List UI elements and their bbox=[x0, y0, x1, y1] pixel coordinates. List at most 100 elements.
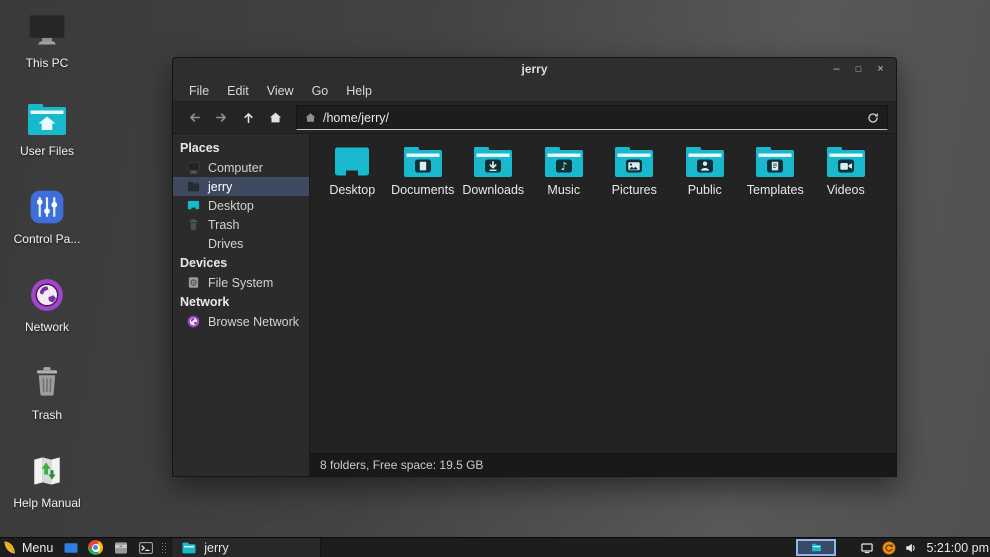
task-folder-icon bbox=[181, 540, 197, 556]
sidebar-item-trash[interactable]: Trash bbox=[173, 215, 309, 234]
file-item-label: Desktop bbox=[329, 183, 376, 197]
tray-update[interactable] bbox=[882, 541, 896, 555]
task-button-jerry[interactable]: jerry bbox=[171, 538, 322, 557]
sidebar-item-label: File System bbox=[208, 275, 274, 290]
desktop-icon-this-pc[interactable]: This PC bbox=[0, 4, 94, 92]
folder-music-icon: ♪ bbox=[542, 144, 586, 180]
file-item-public[interactable]: Public bbox=[670, 144, 741, 197]
task-folder-icon bbox=[181, 540, 197, 556]
folder-template-icon bbox=[753, 144, 797, 180]
file-item-desktop[interactable]: Desktop bbox=[317, 144, 388, 197]
menu-item-go[interactable]: Go bbox=[303, 82, 338, 100]
file-item-label: Public bbox=[687, 183, 722, 197]
titlebar[interactable]: jerry – □ × bbox=[173, 58, 896, 80]
window-content: Places Computer jerry Desktop Trash Drives Dev… bbox=[173, 134, 896, 476]
file-item-label: Videos bbox=[826, 183, 865, 197]
desktop-icon-label: Network bbox=[24, 320, 69, 334]
file-item-label: Pictures bbox=[611, 183, 657, 197]
tray-display-icon bbox=[860, 541, 874, 555]
menu-item-edit[interactable]: Edit bbox=[218, 82, 258, 100]
panel-handle[interactable] bbox=[161, 541, 168, 554]
desktop: This PC User Files Control Pa... Network Tra… bbox=[0, 0, 990, 557]
launcher-strip bbox=[60, 539, 159, 556]
sidebar-item-drives[interactable]: Drives bbox=[173, 234, 309, 253]
path-home-icon bbox=[304, 111, 317, 124]
help-manual-icon bbox=[25, 451, 69, 491]
sidebar-item-computer[interactable]: Computer bbox=[173, 158, 309, 177]
tray-area: 5:21:00 pm bbox=[796, 538, 990, 557]
launcher-chrome[interactable] bbox=[87, 539, 104, 556]
sidebar-item-label: Desktop bbox=[208, 198, 254, 213]
sidebar: Places Computer jerry Desktop Trash Drives Dev… bbox=[173, 134, 309, 476]
file-item-videos[interactable]: Videos bbox=[811, 144, 882, 197]
menu-item-help[interactable]: Help bbox=[337, 82, 381, 100]
launcher-show-desktop[interactable] bbox=[62, 539, 79, 556]
file-grid: Desktop Documents Downloads ♪ Music Pictures P… bbox=[310, 134, 896, 453]
task-folder-icon bbox=[811, 542, 822, 553]
minimize-button[interactable]: – bbox=[828, 61, 845, 77]
file-item-downloads[interactable]: Downloads bbox=[458, 144, 529, 197]
desktop-icon-label: This PC bbox=[25, 56, 69, 70]
file-item-label: Templates bbox=[746, 183, 804, 197]
path-text[interactable]: /home/jerry/ bbox=[323, 111, 860, 125]
menu-button[interactable]: Menu bbox=[0, 538, 60, 557]
menu-item-view[interactable]: View bbox=[258, 82, 303, 100]
feather-menu-icon bbox=[2, 540, 17, 555]
sidebar-item-browse-network[interactable]: Browse Network bbox=[173, 312, 309, 331]
refresh-icon[interactable] bbox=[866, 111, 880, 125]
menubar: File Edit View Go Help bbox=[173, 80, 896, 101]
tray-volume[interactable] bbox=[904, 541, 918, 555]
menu-label: Menu bbox=[22, 540, 54, 555]
path-entry[interactable]: /home/jerry/ bbox=[296, 105, 888, 130]
forward-button[interactable] bbox=[208, 105, 235, 130]
launcher-terminal[interactable] bbox=[137, 539, 154, 556]
drives-icon bbox=[186, 236, 201, 251]
desktop-icon-column: This PC User Files Control Pa... Network Tra… bbox=[0, 4, 94, 532]
statusbar: 8 folders, Free space: 19.5 GB bbox=[310, 453, 896, 476]
sidebar-item-desktop[interactable]: Desktop bbox=[173, 196, 309, 215]
sidebar-header-devices: Devices bbox=[180, 256, 228, 270]
tray-update-icon bbox=[882, 541, 896, 555]
tray-volume-icon bbox=[904, 541, 918, 555]
tray-display[interactable] bbox=[860, 541, 874, 555]
this-pc-icon bbox=[25, 11, 69, 51]
sidebar-item-jerry[interactable]: jerry bbox=[173, 177, 309, 196]
workspace-pager[interactable] bbox=[796, 539, 837, 556]
file-item-templates[interactable]: Templates bbox=[740, 144, 811, 197]
up-button[interactable] bbox=[235, 105, 262, 130]
desktop-icon-help-manual[interactable]: Help Manual bbox=[0, 444, 94, 532]
folder-picture-icon bbox=[612, 144, 656, 180]
task-label: jerry bbox=[204, 540, 229, 555]
desktop-icon-control-pa[interactable]: Control Pa... bbox=[0, 180, 94, 268]
file-item-music[interactable]: ♪ Music bbox=[529, 144, 600, 197]
network-small-icon bbox=[186, 314, 201, 329]
desktop-icon-network[interactable]: Network bbox=[0, 268, 94, 356]
window-title: jerry bbox=[521, 62, 548, 76]
archive-icon bbox=[113, 540, 129, 556]
main-pane: Desktop Documents Downloads ♪ Music Pictures P… bbox=[309, 134, 896, 476]
back-button[interactable] bbox=[181, 105, 208, 130]
up-arrow-icon bbox=[241, 110, 256, 125]
desktop-screen-icon bbox=[330, 144, 374, 180]
desktop-icon-label: Trash bbox=[31, 408, 63, 422]
toolbar: /home/jerry/ bbox=[173, 101, 896, 134]
file-item-label: Documents bbox=[391, 183, 455, 197]
desktop-icon-user-files[interactable]: User Files bbox=[0, 92, 94, 180]
file-item-pictures[interactable]: Pictures bbox=[599, 144, 670, 197]
file-item-documents[interactable]: Documents bbox=[388, 144, 459, 197]
desktop-icon-trash[interactable]: Trash bbox=[0, 356, 94, 444]
desktop-icon-label: User Files bbox=[19, 144, 74, 158]
pager-window-icon bbox=[811, 542, 822, 553]
clock[interactable]: 5:21:00 pm bbox=[926, 541, 989, 555]
home-button[interactable] bbox=[262, 105, 289, 130]
maximize-button[interactable]: □ bbox=[850, 61, 867, 77]
file-item-label: Downloads bbox=[462, 183, 525, 197]
menu-item-file[interactable]: File bbox=[180, 82, 218, 100]
file-item-label: Music bbox=[547, 183, 581, 197]
trash-icon bbox=[25, 363, 69, 403]
close-button[interactable]: × bbox=[872, 61, 889, 77]
forward-arrow-icon bbox=[214, 110, 229, 125]
statusbar-text: 8 folders, Free space: 19.5 GB bbox=[320, 458, 484, 472]
sidebar-item-file-system[interactable]: File System bbox=[173, 273, 309, 292]
launcher-archive[interactable] bbox=[112, 539, 129, 556]
